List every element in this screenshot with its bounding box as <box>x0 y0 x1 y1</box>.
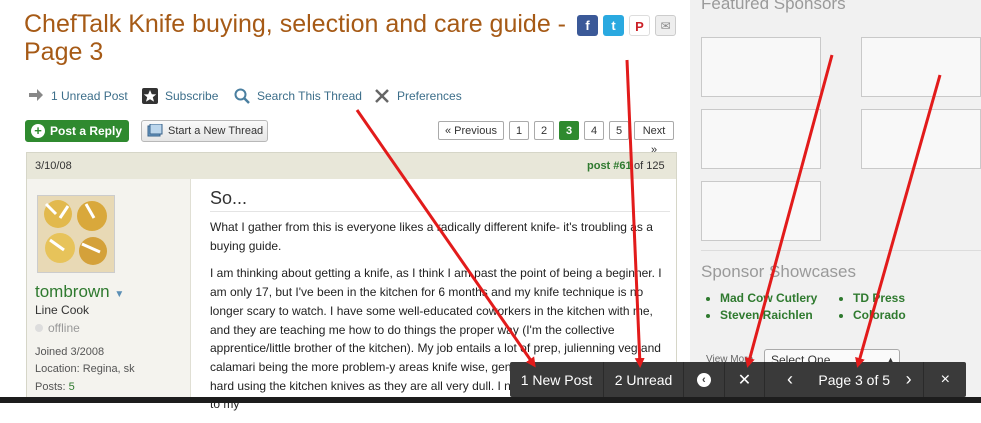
back-to-top-button[interactable]: ‹ <box>684 362 725 397</box>
next-page-button[interactable]: Next » <box>634 121 674 156</box>
unread-label: 2 Unread <box>614 371 673 388</box>
next-page-arrow-button[interactable]: › <box>894 362 925 397</box>
previous-page-button[interactable]: « Previous <box>438 121 504 140</box>
unread-arrow-icon <box>29 89 43 101</box>
user-posts: Posts: 5 <box>35 381 75 393</box>
new-thread-icon <box>147 124 163 137</box>
unread-button[interactable]: 2 Unread <box>604 362 685 397</box>
new-thread-label: Start a New Thread <box>168 125 264 137</box>
preferences-label: Preferences <box>397 89 462 103</box>
page-1-button[interactable]: 1 <box>509 121 529 140</box>
username-link[interactable]: tombrown ▼ <box>35 282 124 302</box>
user-posts-label: Posts: <box>35 381 66 393</box>
offline-dot-icon <box>35 324 43 332</box>
avatar-image <box>38 196 114 272</box>
email-icon[interactable]: ✉ <box>655 15 676 36</box>
page-indicator[interactable]: Page 3 of 5 <box>815 362 894 397</box>
showcase-link[interactable]: TD Press <box>853 291 981 305</box>
new-post-button[interactable]: 1 New Post <box>510 362 604 397</box>
post-total: of 125 <box>634 160 665 172</box>
search-thread-link[interactable]: Search This Thread <box>233 86 362 106</box>
close-bar-button[interactable]: × <box>924 362 966 397</box>
page-4-button[interactable]: 4 <box>584 121 604 140</box>
subscribe-link[interactable]: Subscribe <box>141 86 218 106</box>
user-status: offline <box>35 321 80 335</box>
tools-icon: ✕ <box>737 371 752 389</box>
sponsor-slot[interactable] <box>861 109 981 169</box>
post-subject: So... <box>210 188 248 208</box>
close-icon: × <box>940 370 950 388</box>
post-paragraph: What I gather from this is everyone like… <box>210 220 653 253</box>
subject-divider <box>210 211 670 212</box>
username: tombrown <box>35 282 110 301</box>
user-joined: Joined 3/2008 <box>35 346 105 358</box>
sponsor-slot[interactable] <box>861 37 981 97</box>
search-thread-label: Search This Thread <box>257 89 362 103</box>
post-number-link[interactable]: post #61 <box>587 160 632 172</box>
post-date: 3/10/08 <box>35 160 72 172</box>
thread-tools-button[interactable]: ✕ <box>725 362 766 397</box>
page-2-button[interactable]: 2 <box>534 121 554 140</box>
post-header: 3/10/08 post #61 of 125 <box>27 153 676 179</box>
unread-post-link[interactable]: 1 Unread Post <box>27 86 128 106</box>
chevron-left-icon: ‹ <box>786 369 793 389</box>
sponsor-slot[interactable] <box>701 181 821 241</box>
pinterest-icon[interactable]: P <box>629 15 650 36</box>
facebook-icon[interactable]: f <box>577 15 598 36</box>
search-icon <box>234 88 250 104</box>
twitter-icon[interactable]: t <box>603 15 624 36</box>
user-location: Location: Regina, sk <box>35 363 135 375</box>
new-thread-button[interactable]: Start a New Thread <box>141 120 268 142</box>
post-reply-label: Post a Reply <box>50 124 123 138</box>
chevron-down-icon[interactable]: ▼ <box>114 289 124 300</box>
sidebar: Featured Sponsors Sponsor Showcases Mad … <box>690 0 981 403</box>
showcase-list-right: TD Press Colorado <box>821 291 981 322</box>
sidebar-divider <box>701 250 981 251</box>
page-5-button[interactable]: 5 <box>609 121 629 140</box>
window-bottom-edge <box>0 397 981 403</box>
user-posts-count[interactable]: 5 <box>69 381 75 393</box>
pagination: « Previous 1 2 3 4 5 Next » <box>438 121 674 156</box>
prev-page-button[interactable]: ‹ <box>765 362 814 397</box>
page-title: ChefTalk Knife buying, selection and car… <box>24 10 566 66</box>
sponsor-showcases-title: Sponsor Showcases <box>701 262 856 281</box>
showcase-link[interactable]: Colorado <box>853 308 981 322</box>
sponsor-slot[interactable] <box>701 37 821 97</box>
plus-icon: + <box>31 124 45 138</box>
unread-post-label: 1 Unread Post <box>51 89 128 103</box>
avatar[interactable] <box>37 195 115 273</box>
tools-icon <box>375 89 389 103</box>
thread-nav-bar: 1 New Post 2 Unread ‹ ✕ ‹ Page 3 of 5 › … <box>510 362 966 397</box>
page-3-button[interactable]: 3 <box>559 121 579 140</box>
featured-sponsors-title: Featured Sponsors <box>701 0 846 13</box>
user-rank: Line Cook <box>35 303 90 317</box>
chevron-right-icon: › <box>905 369 912 389</box>
arrow-left-circle-icon: ‹ <box>696 372 711 387</box>
page-indicator-label: Page 3 of 5 <box>818 371 891 388</box>
preferences-link[interactable]: Preferences <box>373 86 462 106</box>
new-post-label: 1 New Post <box>520 371 593 388</box>
sponsor-slot[interactable] <box>701 109 821 169</box>
subscribe-label: Subscribe <box>165 89 219 103</box>
post-reply-button[interactable]: + Post a Reply <box>25 120 129 142</box>
user-status-label: offline <box>48 321 80 335</box>
star-icon <box>142 88 158 104</box>
